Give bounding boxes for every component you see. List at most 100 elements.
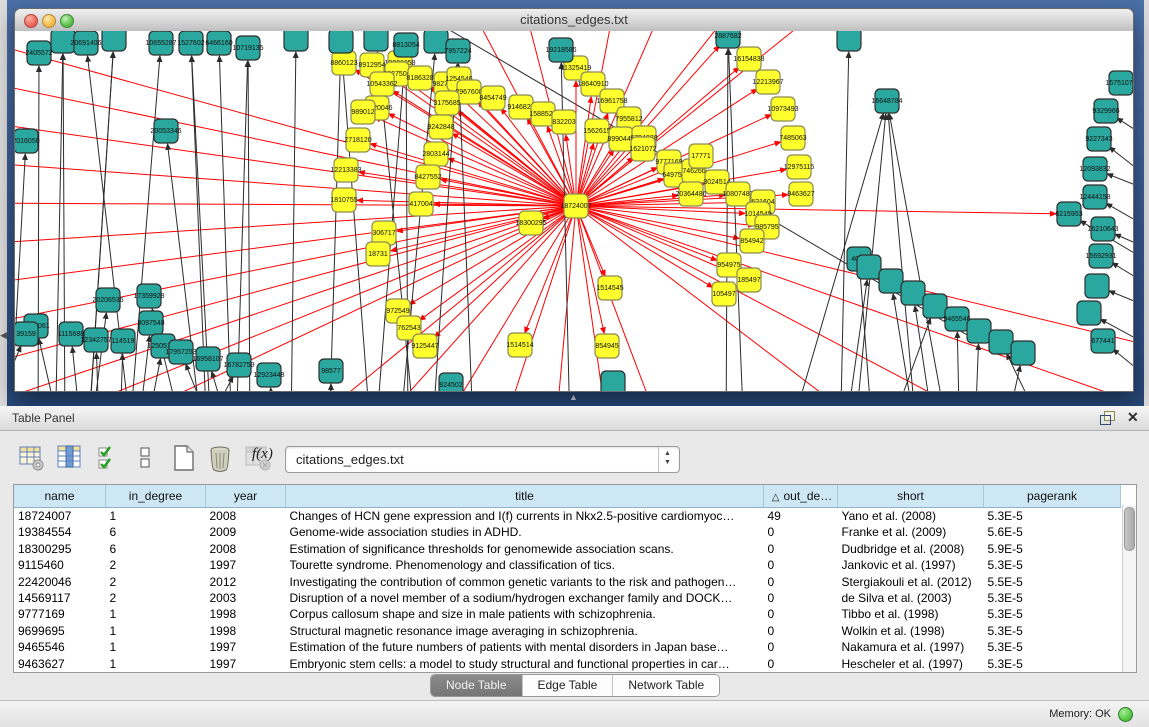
tab-edge-table[interactable]: Edge Table (523, 675, 614, 696)
table-cell[interactable]: 9463627 (14, 656, 106, 672)
table-row[interactable]: 911546021997Tourette syndrome. Phenomeno… (14, 557, 1121, 573)
table-cell[interactable]: Hescheler et al. (1997) (838, 656, 984, 672)
graph-node[interactable]: 12213967 (752, 70, 783, 94)
table-cell[interactable]: 0 (764, 574, 838, 590)
table-cell[interactable]: 2008 (206, 541, 286, 557)
tab-node-table[interactable]: Node Table (431, 675, 523, 696)
table-cell[interactable]: Yano et al. (2008) (838, 508, 984, 525)
table-cell[interactable]: 9777169 (14, 606, 106, 622)
graph-node[interactable]: 2405572 (25, 41, 52, 65)
table-cell[interactable]: 2009 (206, 524, 286, 540)
graph-node[interactable]: 677441 (1091, 329, 1115, 353)
graph-node[interactable]: 20053346 (150, 119, 181, 143)
graph-node[interactable]: 9463627 (787, 182, 814, 206)
table-cell[interactable]: Corpus callosum shape and size in male p… (286, 606, 764, 622)
table-cell[interactable]: 0 (764, 623, 838, 639)
table-cell[interactable]: Estimation of the future numbers of pati… (286, 639, 764, 655)
graph-node[interactable]: 2887682 (714, 31, 741, 48)
graph-node[interactable]: 1514514 (506, 333, 533, 357)
select-columns-icon[interactable] (96, 444, 124, 472)
graph-node[interactable]: 9227343 (1085, 127, 1112, 151)
table-cell[interactable]: 2 (106, 590, 206, 606)
graph-node[interactable]: 1514545 (596, 276, 623, 300)
table-cell[interactable]: 22420046 (14, 574, 106, 590)
new-table-icon[interactable] (170, 444, 198, 472)
table-vertical-scrollbar[interactable] (1122, 505, 1136, 672)
graph-node[interactable]: 17771 (689, 144, 713, 168)
table-selector-dropdown[interactable]: citations_edges.txt ▲▼ (285, 446, 680, 473)
table-cell[interactable]: 1 (106, 508, 206, 525)
table-cell[interactable]: 1997 (206, 656, 286, 672)
graph-node[interactable] (879, 269, 903, 293)
network-view-canvas[interactable]: 1872400788601238912954182260589827506818… (15, 31, 1133, 391)
graph-node[interactable]: 989012 (351, 100, 375, 124)
graph-node[interactable] (857, 255, 881, 279)
graph-node[interactable] (989, 330, 1013, 354)
graph-node[interactable]: 7485063 (779, 126, 806, 150)
graph-node[interactable]: 18731 (366, 242, 390, 266)
splitter-handle-icon[interactable]: ▲ (569, 392, 578, 402)
graph-node[interactable]: 2803144 (422, 142, 449, 166)
table-row[interactable]: 977716911998Corpus callosum shape and si… (14, 606, 1121, 622)
graph-node[interactable] (284, 31, 308, 51)
table-cell[interactable]: Disruption of a novel member of a sodium… (286, 590, 764, 606)
table-cell[interactable]: Tibbo et al. (1998) (838, 606, 984, 622)
close-panel-icon[interactable]: ✕ (1127, 409, 1139, 426)
graph-node[interactable] (364, 31, 388, 51)
table-cell[interactable]: Tourette syndrome. Phenomenology and cla… (286, 557, 764, 573)
tab-network-table[interactable]: Network Table (613, 675, 719, 696)
table-cell[interactable]: 1 (106, 623, 206, 639)
graph-node[interactable]: 1527602 (177, 31, 204, 55)
graph-node[interactable]: 1810755 (330, 188, 357, 212)
graph-node[interactable] (967, 319, 991, 343)
graph-node[interactable] (837, 31, 861, 51)
table-cell[interactable]: 5.3E-5 (984, 606, 1121, 622)
graph-node[interactable] (329, 31, 353, 53)
table-row[interactable]: 1830029562008Estimation of significance … (14, 541, 1121, 557)
graph-node[interactable]: 12975115 (784, 155, 815, 179)
column-header-out-degree[interactable]: △out_de… (764, 485, 838, 508)
table-cell[interactable]: 6 (106, 524, 206, 540)
table-cell[interactable]: 1998 (206, 606, 286, 622)
table-cell[interactable]: 1 (106, 656, 206, 672)
table-row[interactable]: 2242004622012Investigating the contribut… (14, 574, 1121, 590)
graph-node[interactable]: 15692931 (1085, 244, 1116, 268)
graph-node[interactable]: 8454749 (479, 86, 506, 110)
graph-node[interactable]: 417004 (409, 192, 433, 216)
table-cell[interactable]: 5.6E-5 (984, 524, 1121, 540)
table-cell[interactable]: 2003 (206, 590, 286, 606)
table-row[interactable]: 969969511998Structural magnetic resonanc… (14, 623, 1121, 639)
table-cell[interactable]: 5.3E-5 (984, 508, 1121, 525)
graph-node[interactable] (1077, 301, 1101, 325)
graph-node[interactable]: 12342757 (80, 328, 111, 352)
table-cell[interactable]: Investigating the contribution of common… (286, 574, 764, 590)
graph-node[interactable]: 10543362 (366, 72, 397, 96)
table-cell[interactable]: 1 (106, 639, 206, 655)
table-cell[interactable]: 5.3E-5 (984, 656, 1121, 672)
graph-node[interactable] (1085, 274, 1109, 298)
function-builder-icon[interactable]: f(x) (252, 446, 282, 474)
graph-node[interactable]: 854942 (740, 229, 764, 253)
table-row[interactable]: 1872400712008Changes of HCN gene express… (14, 508, 1121, 525)
graph-node[interactable]: 98577 (319, 359, 343, 383)
table-cell[interactable]: 9699695 (14, 623, 106, 639)
graph-node[interactable]: 20364486 (675, 182, 706, 206)
table-cell[interactable]: 0 (764, 557, 838, 573)
table-cell[interactable]: 0 (764, 541, 838, 557)
table-cell[interactable]: 19384554 (14, 524, 106, 540)
table-cell[interactable]: Estimation of significance thresholds fo… (286, 541, 764, 557)
trash-icon[interactable] (206, 444, 234, 472)
graph-node[interactable] (601, 371, 625, 391)
float-panel-icon[interactable] (1100, 411, 1115, 424)
table-cell[interactable]: Structural magnetic resonance image aver… (286, 623, 764, 639)
graph-node[interactable]: 10719135 (232, 36, 263, 60)
table-cell[interactable]: de Silva et al. (2003) (838, 590, 984, 606)
graph-node[interactable]: 16648784 (871, 89, 902, 113)
column-header-title[interactable]: title (286, 485, 764, 508)
panel-collapse-arrow-icon[interactable]: ◀ (0, 330, 7, 341)
graph-node[interactable] (901, 281, 925, 305)
table-cell[interactable]: 18300295 (14, 541, 106, 557)
graph-node[interactable]: 7957224 (444, 39, 471, 63)
graph-node[interactable]: 1621072 (629, 137, 656, 161)
graph-node[interactable]: 16154838 (733, 47, 764, 71)
